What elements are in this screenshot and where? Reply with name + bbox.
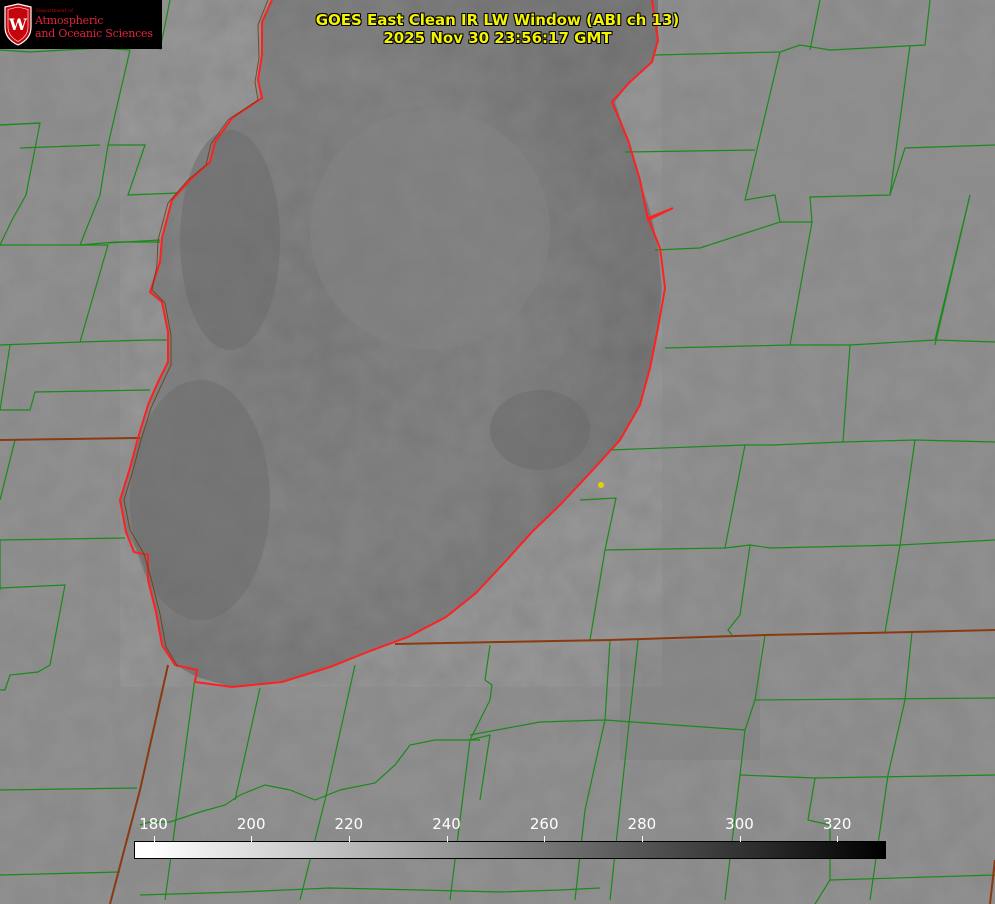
colorbar-tick-mark	[739, 836, 741, 842]
lake-dark-patch	[180, 130, 280, 350]
lake-dark-patch	[490, 390, 590, 470]
station-marker	[598, 482, 604, 488]
lake-light-patch	[310, 110, 550, 350]
colorbar-tick-label: 200	[236, 815, 266, 833]
temperature-colorbar	[134, 841, 886, 859]
colorbar-tick-mark	[251, 836, 253, 842]
colorbar-tick-label: 240	[432, 815, 461, 833]
colorbar-tick-label: 180	[139, 815, 168, 833]
colorbar-tick-mark	[641, 836, 643, 842]
colorbar-tick-mark	[348, 836, 350, 842]
colorbar-tick-label: 320	[822, 815, 852, 833]
colorbar-tick-mark	[153, 836, 155, 842]
colorbar-tick-label: 280	[627, 815, 657, 833]
uw-crest-icon: W	[4, 3, 32, 46]
colorbar-tick-mark	[544, 836, 546, 842]
logo-line-atmospheric: Atmospheric	[35, 14, 104, 27]
colorbar-tick-label: 220	[334, 815, 364, 833]
logo-line-oceanic: and Oceanic Sciences	[35, 27, 153, 40]
land-patch	[620, 640, 760, 760]
satellite-map	[0, 0, 995, 904]
colorbar-tick-mark	[837, 836, 839, 842]
aos-logo[interactable]: W Department of Atmospheric and Oceanic …	[0, 0, 162, 49]
colorbar-tick-label: 260	[529, 815, 559, 833]
land-patch	[760, 60, 990, 200]
lake-dark-patch	[130, 380, 270, 620]
satellite-viewer: GOES East Clean IR LW Window (ABI ch 13)…	[0, 0, 995, 904]
uw-crest-letter: W	[8, 15, 28, 34]
colorbar-tick-label: 300	[725, 815, 754, 833]
colorbar-tick-mark	[446, 836, 448, 842]
